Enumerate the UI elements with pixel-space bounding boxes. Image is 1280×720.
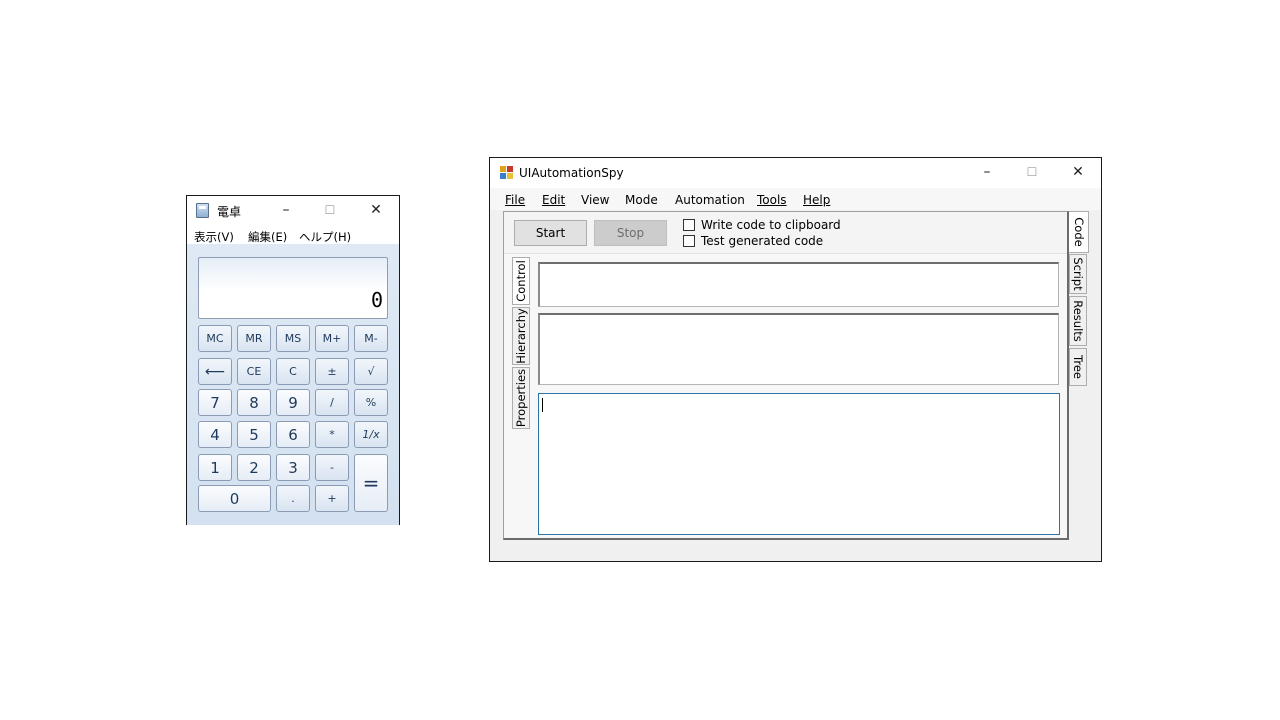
digit-9-button[interactable]: 9 <box>276 389 310 416</box>
backspace-button[interactable]: ⟵ <box>198 358 232 385</box>
menu-automation[interactable]: Automation <box>675 193 745 207</box>
mr-button[interactable]: MR <box>237 325 271 352</box>
equals-button[interactable]: = <box>354 454 388 512</box>
add-button[interactable]: + <box>315 485 349 512</box>
menu-mode[interactable]: Mode <box>625 193 658 207</box>
calculator-title: 電卓 <box>217 205 242 219</box>
m-minus-button[interactable]: M- <box>354 325 388 352</box>
toolbar: Start Stop Write code to clipboard Test … <box>504 212 1067 254</box>
digit-8-button[interactable]: 8 <box>237 389 271 416</box>
code-tab-panel: Start Stop Write code to clipboard Test … <box>503 211 1069 540</box>
stop-button[interactable]: Stop <box>594 220 667 246</box>
tab-script-label: Script <box>1071 257 1085 291</box>
maximize-button[interactable]: ☐ <box>309 196 351 224</box>
m-plus-button[interactable]: M+ <box>315 325 349 352</box>
digit-4-button[interactable]: 4 <box>198 421 232 448</box>
code-editor[interactable] <box>538 393 1060 535</box>
ce-button[interactable]: CE <box>237 358 271 385</box>
percent-button[interactable]: % <box>354 389 388 416</box>
close-button[interactable]: ✕ <box>1057 158 1099 186</box>
tab-results[interactable]: Results <box>1069 296 1087 346</box>
calculator-keypad-area: 0 MC MR MS M+ M- ⟵ CE C ± √ 7 8 9 / % 4 … <box>187 244 399 525</box>
tab-hierarchy[interactable]: Hierarchy <box>512 307 530 365</box>
write-code-checkbox[interactable]: Write code to clipboard <box>683 218 841 232</box>
calculator-display: 0 <box>198 257 388 319</box>
code-tab-content: Start Stop Write code to clipboard Test … <box>504 212 1067 538</box>
checkbox-box[interactable] <box>683 219 695 231</box>
menu-help[interactable]: ヘルプ(H) <box>299 229 351 245</box>
digit-3-button[interactable]: 3 <box>276 454 310 481</box>
control-field[interactable] <box>538 262 1059 307</box>
start-button[interactable]: Start <box>514 220 587 246</box>
tab-code[interactable]: Code <box>1069 211 1089 253</box>
menu-help[interactable]: Help <box>803 193 830 207</box>
display-value: 0 <box>370 288 383 312</box>
multiply-button[interactable]: * <box>315 421 349 448</box>
digit-1-button[interactable]: 1 <box>198 454 232 481</box>
calculator-app-icon <box>196 203 209 218</box>
menu-edit[interactable]: 編集(E) <box>248 229 287 245</box>
test-code-checkbox[interactable]: Test generated code <box>683 234 823 248</box>
menu-tools[interactable]: Tools <box>757 193 787 207</box>
calculator-window: 電卓 – ☐ ✕ 表示(V) 編集(E) ヘルプ(H) 0 MC MR MS M… <box>186 195 400 525</box>
tab-results-label: Results <box>1071 300 1085 342</box>
tab-tree[interactable]: Tree <box>1069 348 1087 386</box>
spy-title: UIAutomationSpy <box>519 166 624 180</box>
calculator-menu-bar: 表示(V) 編集(E) ヘルプ(H) <box>187 226 399 246</box>
tab-tree-label: Tree <box>1071 355 1085 379</box>
decimal-button[interactable]: . <box>276 485 310 512</box>
divide-button[interactable]: / <box>315 389 349 416</box>
spy-window: UIAutomationSpy – ☐ ✕ File Edit View Mod… <box>489 157 1102 562</box>
digit-0-button[interactable]: 0 <box>198 485 271 512</box>
minimize-button[interactable]: – <box>265 196 307 224</box>
spy-app-icon <box>500 166 514 180</box>
digit-6-button[interactable]: 6 <box>276 421 310 448</box>
digit-5-button[interactable]: 5 <box>237 421 271 448</box>
subtract-button[interactable]: - <box>315 454 349 481</box>
calculator-title-bar[interactable]: 電卓 – ☐ ✕ <box>187 196 399 226</box>
hierarchy-field[interactable] <box>538 313 1059 385</box>
sqrt-button[interactable]: √ <box>354 358 388 385</box>
plus-minus-button[interactable]: ± <box>315 358 349 385</box>
tab-script[interactable]: Script <box>1069 254 1087 294</box>
write-code-label: Write code to clipboard <box>701 218 841 232</box>
menu-edit[interactable]: Edit <box>542 193 565 207</box>
minimize-button[interactable]: – <box>966 158 1008 186</box>
digit-2-button[interactable]: 2 <box>237 454 271 481</box>
mc-button[interactable]: MC <box>198 325 232 352</box>
tab-hierarchy-label: Hierarchy <box>514 308 528 364</box>
test-code-label: Test generated code <box>701 234 824 248</box>
menu-file[interactable]: File <box>505 193 525 207</box>
close-button[interactable]: ✕ <box>355 196 397 224</box>
text-caret <box>542 398 543 412</box>
spy-menu-bar: File Edit View Mode Automation Tools Hel… <box>490 188 1101 210</box>
c-button[interactable]: C <box>276 358 310 385</box>
menu-view[interactable]: View <box>581 193 609 207</box>
reciprocal-button[interactable]: 1/x <box>354 421 388 448</box>
tab-properties[interactable]: Properties <box>512 367 530 429</box>
maximize-button[interactable]: ☐ <box>1011 158 1053 186</box>
checkbox-box[interactable] <box>683 235 695 247</box>
tab-control-label: Control <box>514 260 528 302</box>
tab-code-label: Code <box>1071 217 1086 247</box>
digit-7-button[interactable]: 7 <box>198 389 232 416</box>
spy-title-bar[interactable]: UIAutomationSpy – ☐ ✕ <box>490 158 1101 188</box>
tab-control[interactable]: Control <box>512 257 530 305</box>
tab-properties-label: Properties <box>514 368 528 428</box>
ms-button[interactable]: MS <box>276 325 310 352</box>
menu-view[interactable]: 表示(V) <box>194 229 234 245</box>
